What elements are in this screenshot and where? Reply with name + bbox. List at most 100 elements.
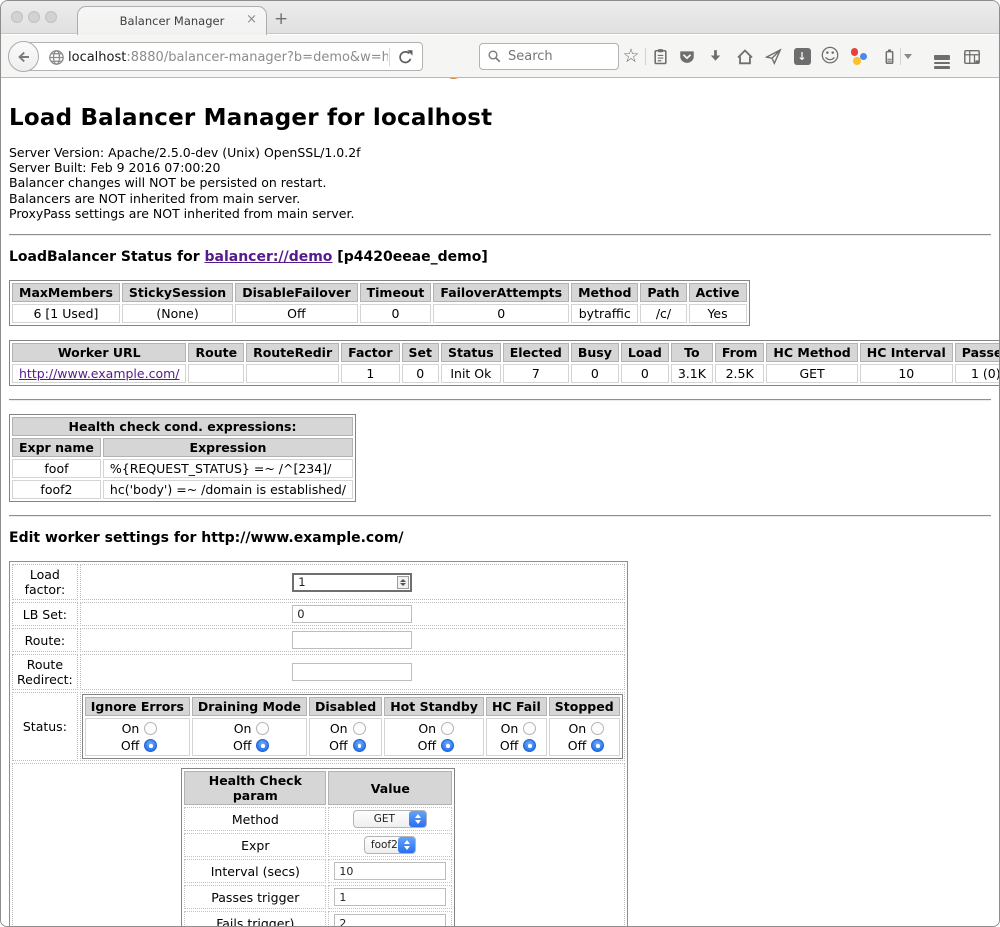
reader-panel-icon[interactable]: ↓	[789, 43, 815, 70]
heading-suffix: [p4420eeae_demo]	[332, 249, 487, 265]
cell-disablefailover: Off	[235, 304, 357, 323]
navigation-toolbar: localhost:8880/balancer-manager?b=demo&w…	[1, 35, 999, 78]
hc-fail-off-radio[interactable]	[523, 739, 536, 752]
off-label: Off	[496, 738, 518, 753]
method-select[interactable]: GET	[353, 810, 427, 828]
fails-input[interactable]	[334, 914, 446, 927]
col-load: Load	[621, 343, 669, 362]
col-disablefailover: DisableFailover	[235, 283, 357, 302]
extension-dots-icon[interactable]	[846, 43, 872, 70]
cell-set: 0	[402, 364, 439, 383]
back-button[interactable]	[8, 41, 39, 72]
form-row-load-factor: Load factor:	[12, 564, 625, 600]
search-input[interactable]	[508, 49, 608, 64]
expr-table-title: Health check cond. expressions:	[12, 417, 353, 436]
hot-standby-off-radio[interactable]	[441, 739, 454, 752]
send-tab-icon[interactable]	[760, 43, 786, 70]
cell-passes: 1 (0)	[955, 364, 999, 383]
hot-standby-on-radio[interactable]	[441, 722, 454, 735]
col-draining-mode: Draining Mode	[192, 697, 307, 716]
balancer-status-table: MaxMembers StickySession DisableFailover…	[9, 280, 750, 326]
proxypass-note-line: ProxyPass settings are NOT inherited fro…	[9, 206, 991, 221]
downloads-icon[interactable]	[702, 43, 728, 70]
server-version-line: Server Version: Apache/2.5.0-dev (Unix) …	[9, 145, 991, 160]
on-label: On	[496, 721, 518, 736]
ignore-errors-on-radio[interactable]	[144, 722, 157, 735]
ignore-errors-off-radio[interactable]	[144, 739, 157, 752]
pocket-icon[interactable]	[674, 43, 700, 70]
persist-note-line: Balancer changes will NOT be persisted o…	[9, 175, 991, 190]
col-failoverattempts: FailoverAttempts	[433, 283, 569, 302]
table-row: 6 [1 Used] (None) Off 0 0 bytraffic /c/ …	[12, 304, 747, 323]
table-row: http://www.example.com/ 1 0 Init Ok 7 0 …	[12, 364, 999, 383]
balancer-status-heading: LoadBalancer Status for balancer://demo …	[9, 249, 991, 265]
load-factor-label: Load factor:	[12, 564, 78, 600]
table-row: foof2 hc('body') =~ /domain is establish…	[12, 480, 353, 499]
page-content: Load Balancer Manager for localhost Serv…	[1, 79, 999, 927]
col-hc-fail: HC Fail	[486, 697, 547, 716]
off-label: Off	[326, 738, 348, 753]
draining-mode-off-radio[interactable]	[256, 739, 269, 752]
divider	[9, 515, 991, 517]
form-row-route-redirect: Route Redirect:	[12, 654, 625, 690]
site-identity-globe-icon[interactable]	[48, 49, 65, 66]
url-text[interactable]: localhost:8880/balancer-manager?b=demo&w…	[68, 50, 388, 65]
home-icon[interactable]	[732, 43, 758, 70]
hc-row-expr: Expr foof2	[184, 833, 452, 857]
table-title-row: Health check cond. expressions:	[12, 417, 353, 436]
cell-to: 3.1K	[671, 364, 713, 383]
load-factor-input[interactable]	[292, 573, 412, 592]
col-hc-method: HC Method	[766, 343, 857, 362]
passes-input[interactable]	[334, 888, 446, 906]
lb-set-input[interactable]	[292, 605, 412, 623]
on-label: On	[117, 721, 139, 736]
battery-icon[interactable]	[876, 43, 902, 70]
window-minimize-button[interactable]	[28, 11, 40, 23]
bookmark-star-icon[interactable]: ☆	[618, 43, 644, 70]
stopped-on-radio[interactable]	[591, 722, 604, 735]
draining-mode-on-radio[interactable]	[256, 722, 269, 735]
col-ignore-errors: Ignore Errors	[85, 697, 190, 716]
col-method: Method	[571, 283, 638, 302]
window-close-button[interactable]	[11, 11, 23, 23]
on-label: On	[326, 721, 348, 736]
disabled-off-radio[interactable]	[353, 739, 366, 752]
route-redirect-input[interactable]	[292, 663, 412, 681]
expr-label: Expr	[184, 833, 326, 857]
col-routeredir: RouteRedir	[246, 343, 339, 362]
divider	[9, 234, 991, 236]
hc-fail-on-radio[interactable]	[523, 722, 536, 735]
stopped-off-radio[interactable]	[591, 739, 604, 752]
browser-window: Balancer Manager × + localhost:8880/bala…	[0, 0, 1000, 927]
col-expr-name: Expr name	[12, 438, 101, 457]
page-title: Load Balancer Manager for localhost	[9, 105, 991, 131]
cell-active: Yes	[689, 304, 747, 323]
tab-close-icon[interactable]: ×	[246, 12, 257, 28]
expr-select[interactable]: foof2	[364, 836, 416, 854]
square-down-arrow-icon: ↓	[794, 48, 811, 65]
col-from: From	[715, 343, 765, 362]
search-bar[interactable]	[479, 43, 619, 70]
lb-set-label: LB Set:	[12, 602, 78, 626]
interval-input[interactable]	[334, 862, 446, 880]
off-label: Off	[564, 738, 586, 753]
cell-factor: 1	[341, 364, 399, 383]
disabled-on-radio[interactable]	[353, 722, 366, 735]
new-tab-button[interactable]: +	[274, 9, 288, 29]
cell-expression: %{REQUEST_STATUS} =~ /^[234]/	[103, 459, 353, 478]
window-zoom-button[interactable]	[45, 11, 57, 23]
number-spinner-icon[interactable]	[397, 576, 409, 589]
menu-icon[interactable]	[929, 43, 955, 70]
chevron-down-icon[interactable]	[900, 43, 916, 70]
cell-load: 0	[621, 364, 669, 383]
tiles-grid-icon[interactable]	[959, 43, 985, 70]
worker-url-link[interactable]: http://www.example.com/	[19, 366, 179, 381]
feedback-smiley-icon[interactable]: ☺	[817, 43, 843, 70]
tab-balancer-manager[interactable]: Balancer Manager ×	[77, 6, 267, 35]
reload-icon[interactable]	[397, 49, 414, 66]
clipboard-icon[interactable]	[647, 43, 673, 70]
balancer-demo-link[interactable]: balancer://demo	[205, 249, 333, 265]
url-bar[interactable]: localhost:8880/balancer-manager?b=demo&w…	[23, 42, 423, 71]
route-input[interactable]	[292, 631, 412, 649]
hc-row-method: Method GET	[184, 807, 452, 831]
